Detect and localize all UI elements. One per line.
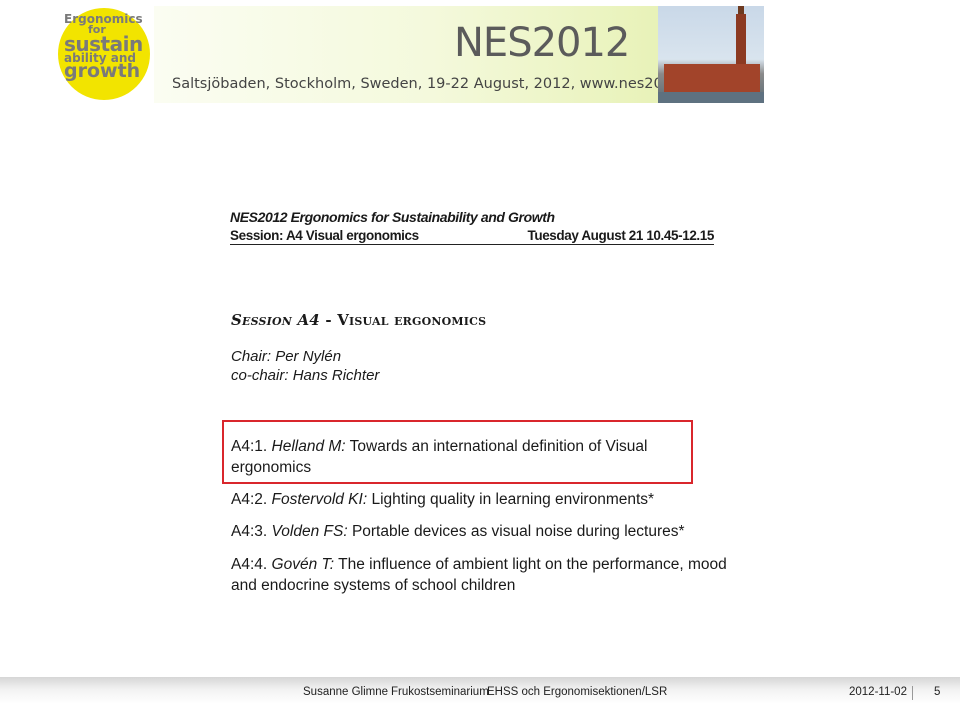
item-author: Volden FS: xyxy=(271,523,348,540)
session-title: Session A4 - Visual ergonomics xyxy=(231,311,486,329)
session-item: A4:1. Helland M: Towards an internationa… xyxy=(231,436,681,478)
item-code: A4:1. xyxy=(231,438,268,455)
page-number: 5 xyxy=(934,686,941,698)
item-author: Govén T: xyxy=(271,556,335,573)
cochair-name: Hans Richter xyxy=(292,367,380,384)
session-item: A4:3. Volden FS: Portable devices as vis… xyxy=(231,521,685,542)
session-item: A4:2. Fostervold KI: Lighting quality in… xyxy=(231,489,654,510)
item-code: A4:4. xyxy=(231,556,268,573)
item-author: Fostervold KI: xyxy=(271,491,368,508)
footer-divider xyxy=(912,686,913,700)
session-label: Session: xyxy=(230,228,284,243)
session-item: A4:4. Govén T: The influence of ambient … xyxy=(231,554,751,596)
footer-date: 2012-11-02 xyxy=(849,686,907,698)
banner-title: NES2012 xyxy=(454,20,630,66)
banner-subtitle: Saltsjöbaden, Stockholm, Sweden, 19-22 A… xyxy=(172,76,703,92)
session-title-suffix: - Visual ergonomics xyxy=(319,311,487,329)
session-time: Tuesday August 21 10.45-12.15 xyxy=(527,228,715,243)
footer-event: Frukostseminarium xyxy=(391,686,489,698)
conference-banner: NES2012 Saltsjöbaden, Stockholm, Sweden,… xyxy=(154,6,702,103)
city-hall-building xyxy=(664,64,760,92)
item-title: Lighting quality in learning environment… xyxy=(371,491,655,508)
session-name: A4 Visual ergonomics xyxy=(285,228,419,243)
item-author: Helland M: xyxy=(271,438,346,455)
cochair-line: co-chair: Hans Richter xyxy=(231,366,379,385)
item-code: A4:3. xyxy=(231,523,268,540)
logo-line: Ergonomics xyxy=(64,12,143,26)
session-row: Session: A4 Visual ergonomics Tuesday Au… xyxy=(230,228,714,245)
item-title: Portable devices as visual noise during … xyxy=(351,523,685,540)
water xyxy=(658,92,764,103)
footer-author: Susanne Glimne xyxy=(303,686,389,698)
chair-label: Chair: xyxy=(231,348,272,365)
document-header: NES2012 Ergonomics for Sustainability an… xyxy=(230,209,714,245)
city-hall-photo xyxy=(658,6,764,103)
session-title-prefix: Session A4 xyxy=(231,311,320,329)
logo-text: Ergonomics for sustain ability and growt… xyxy=(64,12,154,83)
item-code: A4:2. xyxy=(231,491,268,508)
cochair-label: co-chair: xyxy=(231,367,289,384)
conference-line: NES2012 Ergonomics for Sustainability an… xyxy=(230,209,555,225)
logo-line: sustain xyxy=(64,31,143,56)
chair-name: Per Nylén xyxy=(275,348,342,365)
chair-block: Chair: Per Nylén co-chair: Hans Richter xyxy=(231,347,379,385)
session-info: Session: A4 Visual ergonomics xyxy=(230,228,419,243)
logo-line: growth xyxy=(64,60,141,83)
chair-line: Chair: Per Nylén xyxy=(231,347,379,366)
slide-footer: Susanne Glimne Frukostseminarium EHSS oc… xyxy=(0,677,960,704)
footer-organization: EHSS och Ergonomisektionen/LSR xyxy=(487,686,668,698)
